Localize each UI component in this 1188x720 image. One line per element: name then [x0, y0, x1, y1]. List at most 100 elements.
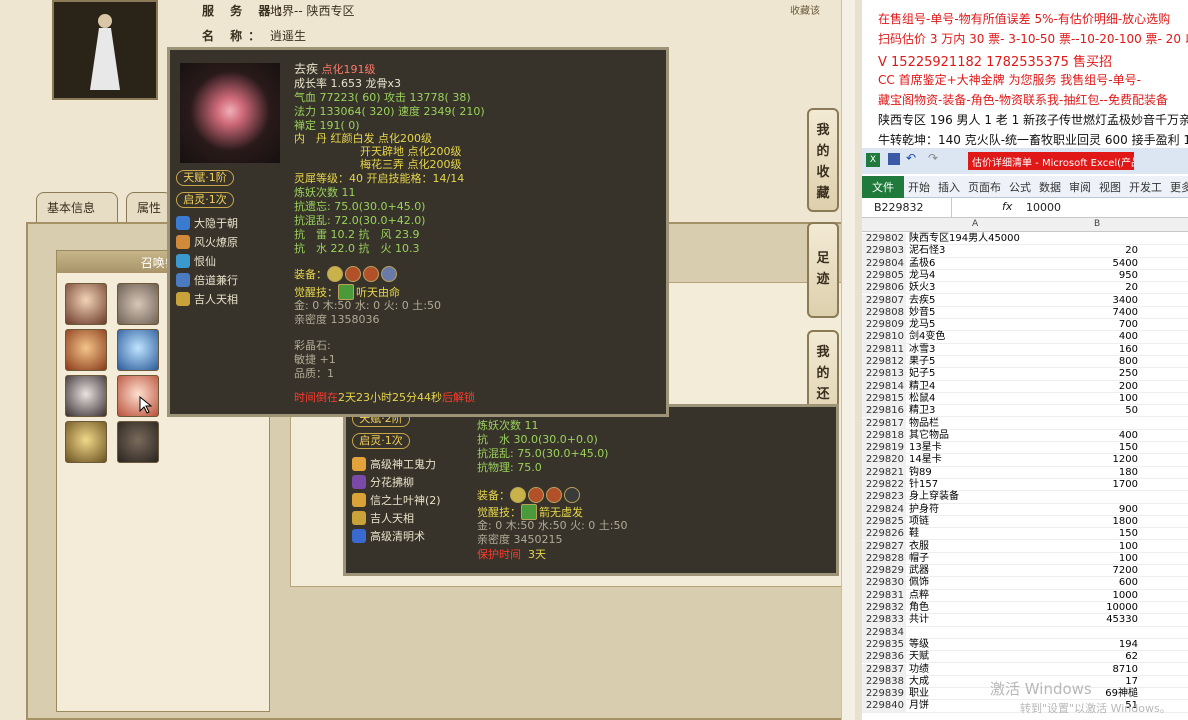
cell-b[interactable]: 700 [1044, 319, 1138, 331]
cell-b[interactable]: 8710 [1044, 664, 1138, 676]
sheet-row[interactable]: 229833 共计 45330 [862, 614, 1188, 627]
row-number[interactable]: 229833 [862, 614, 906, 627]
cell-a[interactable]: 衣服 [909, 541, 1043, 553]
pet-thumb-2[interactable] [117, 283, 159, 325]
cell-b[interactable]: 10000 [1044, 602, 1138, 614]
cell-a[interactable]: 其它物品 [909, 430, 1043, 442]
sheet-row[interactable]: 229807 去疾5 3400 [862, 294, 1188, 307]
sheet-row[interactable]: 229837 功绩 8710 [862, 663, 1188, 676]
column-a-header[interactable]: A [972, 219, 978, 229]
cell-b[interactable]: 400 [1044, 331, 1138, 343]
row-number[interactable]: 229831 [862, 589, 906, 602]
sheet-row[interactable]: 229817 物品栏 [862, 417, 1188, 430]
row-number[interactable]: 229822 [862, 479, 906, 491]
sheet-row[interactable]: 229802 陕西专区194男人45000 [862, 233, 1188, 246]
cell-a[interactable]: 天赋 [909, 651, 1043, 663]
row-number[interactable]: 229813 [862, 368, 906, 381]
cell-b[interactable]: 45330 [1044, 614, 1138, 626]
row-number[interactable]: 229812 [862, 356, 906, 368]
excel-app-icon[interactable]: X [866, 153, 880, 167]
cell-b[interactable]: 1000 [1044, 590, 1138, 602]
tab-basic-info[interactable]: 基本信息 [36, 192, 118, 222]
ribbon-tab-view[interactable]: 视图 [1095, 176, 1125, 198]
row-number[interactable]: 229828 [862, 552, 906, 565]
sheet-row[interactable]: 229805 龙马4 950 [862, 269, 1188, 283]
my-favorites-button[interactable]: 我的收藏 [807, 108, 839, 212]
favorite-link[interactable]: 收藏该 [790, 2, 845, 17]
sheet-row[interactable]: 229831 点粹 1000 [862, 589, 1188, 602]
footprint-button[interactable]: 足迹 [807, 222, 839, 318]
cell-b[interactable]: 180 [1044, 467, 1138, 479]
ribbon-tab-file[interactable]: 文件 [862, 176, 904, 198]
cell-b[interactable]: 1700 [1044, 479, 1138, 491]
cell-a[interactable]: 项链 [909, 516, 1043, 528]
sheet-row[interactable]: 229822 针157 1700 [862, 479, 1188, 492]
cell-a[interactable]: 泥石怪3 [909, 245, 1043, 257]
cell-b[interactable]: 400 [1044, 430, 1138, 442]
sheet-row[interactable]: 229814 精卫4 200 [862, 380, 1188, 393]
row-number[interactable]: 229837 [862, 663, 906, 676]
cell-b[interactable]: 3400 [1044, 295, 1138, 307]
cell-b[interactable]: 200 [1044, 381, 1138, 393]
fx-icon[interactable]: fx [1002, 200, 1012, 213]
cell-a[interactable]: 帽子 [909, 553, 1043, 565]
row-number[interactable]: 229804 [862, 257, 906, 270]
cell-a[interactable]: 身上穿装备 [909, 491, 1043, 503]
cell-b[interactable]: 100 [1044, 393, 1138, 405]
row-number[interactable]: 229806 [862, 282, 906, 295]
cell-a[interactable]: 陕西专区194男人45000 [909, 233, 1043, 245]
cell-b[interactable]: 600 [1044, 577, 1138, 589]
save-icon[interactable] [888, 153, 900, 165]
pet-thumb-8[interactable] [117, 421, 159, 463]
row-number[interactable]: 229817 [862, 417, 906, 430]
cell-b[interactable]: 194 [1044, 639, 1138, 651]
cell-a[interactable]: 果子5 [909, 356, 1043, 368]
row-number[interactable]: 229830 [862, 577, 906, 590]
row-number[interactable]: 229810 [862, 331, 906, 344]
sheet-row[interactable]: 229836 天赋 62 [862, 651, 1188, 664]
row-number[interactable]: 229838 [862, 675, 906, 688]
ribbon-tab-review[interactable]: 审阅 [1065, 176, 1095, 198]
sheet-row[interactable]: 229804 孟极6 5400 [862, 257, 1188, 270]
pet-thumb-1[interactable] [65, 283, 107, 325]
sheet-row[interactable]: 229825 项链 1800 [862, 515, 1188, 529]
row-number[interactable]: 229832 [862, 602, 906, 614]
sheet-row[interactable]: 229818 其它物品 400 [862, 429, 1188, 443]
tab-attributes[interactable]: 属性 [126, 192, 172, 222]
redo-icon[interactable]: ↷ [928, 151, 938, 165]
pet-thumb-4[interactable] [117, 329, 159, 371]
ribbon-tab-developer[interactable]: 开发工 [1125, 176, 1166, 198]
row-number[interactable]: 229840 [862, 700, 906, 713]
sheet-row[interactable]: 229809 龙马5 700 [862, 319, 1188, 332]
pet-thumb-5[interactable] [65, 375, 107, 417]
row-number[interactable]: 229802 [862, 233, 906, 245]
sheet-row[interactable]: 229835 等级 194 [862, 638, 1188, 652]
ribbon-tab-page-layout[interactable]: 页面布 [964, 176, 1005, 198]
cell-a[interactable]: 龙马5 [909, 319, 1043, 331]
row-number[interactable]: 229834 [862, 626, 906, 639]
cell-a[interactable]: 妃子5 [909, 368, 1043, 380]
ribbon-tab-home[interactable]: 开始 [904, 176, 934, 198]
cell-b[interactable]: 800 [1044, 356, 1138, 368]
row-number[interactable]: 229827 [862, 540, 906, 553]
sheet-row[interactable]: 229829 武器 7200 [862, 565, 1188, 578]
sheet-row[interactable]: 229820 14星卡 1200 [862, 454, 1188, 467]
cell-b[interactable]: 160 [1044, 344, 1138, 356]
row-number[interactable]: 229825 [862, 515, 906, 528]
row-number[interactable]: 229819 [862, 442, 906, 455]
row-number[interactable]: 229815 [862, 392, 906, 405]
cell-b[interactable]: 1800 [1044, 516, 1138, 528]
row-number[interactable]: 229820 [862, 454, 906, 467]
cell-a[interactable]: 精卫4 [909, 381, 1043, 393]
cell-b[interactable]: 20 [1044, 245, 1138, 257]
sheet-row[interactable]: 229828 帽子 100 [862, 552, 1188, 566]
row-number[interactable]: 229823 [862, 491, 906, 504]
row-number[interactable]: 229839 [862, 688, 906, 701]
name-box[interactable]: B229832 [866, 198, 952, 217]
row-number[interactable]: 229836 [862, 651, 906, 664]
cell-a[interactable]: 精卫3 [909, 405, 1043, 417]
column-b-header[interactable]: B [1094, 219, 1100, 229]
cell-a[interactable]: 等级 [909, 639, 1043, 651]
cell-b[interactable]: 20 [1044, 282, 1138, 294]
sheet-row[interactable]: 229815 松鼠4 100 [862, 392, 1188, 406]
